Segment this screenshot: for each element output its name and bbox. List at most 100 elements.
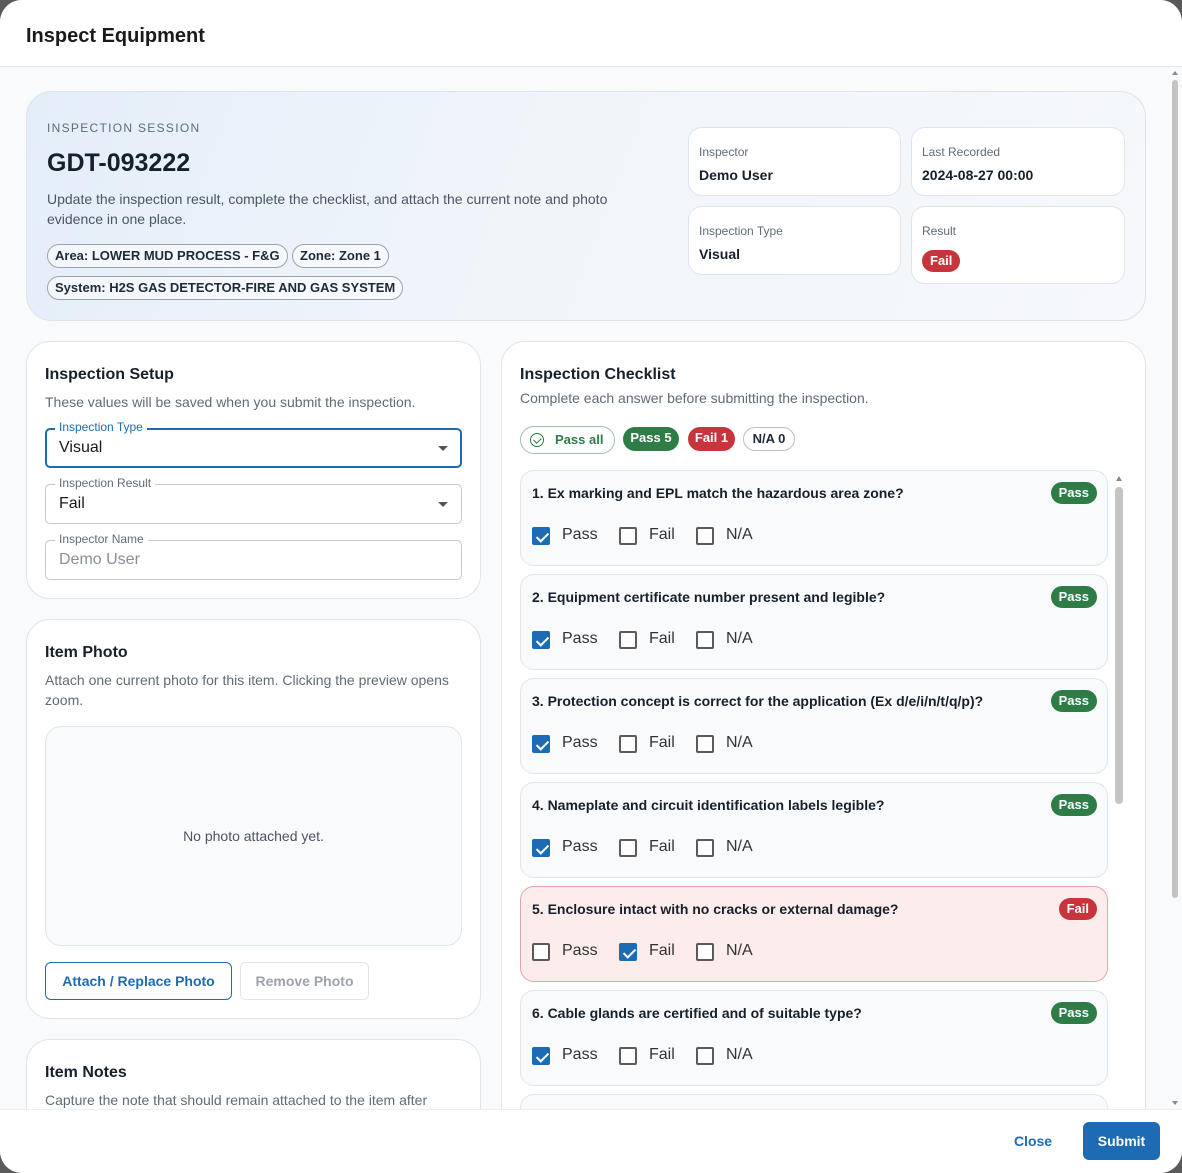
close-button[interactable]: Close (1000, 1122, 1066, 1160)
checkbox-checked-icon[interactable] (532, 735, 550, 753)
checklist-items-list[interactable]: 1. Ex marking and EPL match the hazardou… (520, 470, 1110, 1109)
submit-button[interactable]: Submit (1083, 1122, 1160, 1160)
inspection-type-value: Visual (699, 246, 740, 262)
checkbox-checked-icon[interactable] (619, 943, 637, 961)
option-label: Fail (649, 838, 675, 855)
option-label: Pass (562, 734, 598, 751)
checkbox-empty-icon[interactable] (532, 943, 550, 961)
checkbox-empty-icon[interactable] (696, 839, 714, 857)
area-chip: Area: LOWER MUD PROCESS - F&G (47, 244, 288, 268)
checkbox-checked-icon[interactable] (532, 631, 550, 649)
photo-empty-text: No photo attached yet. (183, 828, 324, 844)
checklist-item: 2. Equipment certificate number present … (520, 574, 1108, 670)
inspection-result-select-value: Fail (59, 495, 85, 512)
checkbox-empty-icon[interactable] (696, 527, 714, 545)
session-description: Update the inspection result, complete t… (47, 191, 608, 227)
checklist-question: 6. Cable glands are certified and of sui… (532, 1005, 862, 1021)
photo-title: Item Photo (45, 644, 128, 661)
last-recorded-value: 2024-08-27 00:00 (922, 167, 1034, 183)
checkbox-empty-icon[interactable] (619, 839, 637, 857)
checkbox-empty-icon[interactable] (696, 735, 714, 753)
option-label: Pass (562, 838, 598, 855)
answer-status-badge: Pass (1050, 690, 1097, 712)
checklist-item: 5. Enclosure intact with no cracks or ex… (520, 886, 1108, 982)
notes-title: Item Notes (45, 1064, 127, 1081)
result-info-box: Result Fail (911, 206, 1125, 284)
dropdown-caret-icon (438, 502, 448, 507)
pass-count-badge: Pass 5 (623, 427, 679, 451)
option-label: Pass (562, 1046, 598, 1063)
checkbox-checked-icon[interactable] (532, 1047, 550, 1065)
inspection-type-select-value: Visual (59, 439, 103, 456)
inspection-type-label: Inspection Type (699, 224, 783, 238)
checkbox-empty-icon[interactable] (696, 1047, 714, 1065)
na-count-badge: N/A 0 (743, 427, 795, 451)
session-eyebrow: INSPECTION SESSION (47, 121, 201, 135)
pass-all-label: Pass all (555, 432, 604, 447)
checklist-scroll-up-icon[interactable] (1116, 476, 1122, 481)
inspection-type-info-box: Inspection Type Visual (688, 206, 901, 275)
checklist-item (520, 1094, 1108, 1109)
checklist-question: 1. Ex marking and EPL match the hazardou… (532, 485, 904, 501)
checkbox-empty-icon[interactable] (619, 527, 637, 545)
checkbox-empty-icon[interactable] (619, 735, 637, 753)
inspection-type-select-label: Inspection Type (55, 420, 147, 434)
inspector-name-input[interactable]: Inspector Name Demo User (45, 532, 462, 580)
checkbox-empty-icon[interactable] (619, 1047, 637, 1065)
checklist-question: 2. Equipment certificate number present … (532, 589, 886, 605)
option-label: Fail (649, 734, 675, 751)
option-label: Pass (562, 942, 598, 959)
remove-photo-button[interactable]: Remove Photo (240, 962, 369, 1000)
dialog-header: Inspect Equipment (0, 0, 1182, 67)
check-circle-icon (530, 433, 544, 447)
option-label: Fail (649, 630, 675, 647)
checklist-scrollbar-thumb[interactable] (1115, 487, 1123, 804)
result-badge: Fail (922, 250, 961, 272)
dropdown-caret-icon (438, 446, 448, 451)
inspection-result-select-label: Inspection Result (55, 476, 156, 490)
answer-status-badge: Pass (1050, 482, 1097, 504)
inspector-value: Demo User (699, 167, 773, 183)
inspection-type-select[interactable]: Inspection Type Visual (45, 420, 462, 468)
zone-chip: Zone: Zone 1 (292, 244, 389, 268)
pass-all-button[interactable]: Pass all (520, 426, 615, 454)
answer-status-badge: Fail (1058, 898, 1097, 920)
inspect-equipment-dialog: Inspect Equipment INSPECTION SESSION GDT… (0, 0, 1182, 1173)
answer-status-badge: Pass (1050, 1002, 1097, 1024)
attach-photo-button[interactable]: Attach / Replace Photo (45, 962, 232, 1000)
checklist-item: 1. Ex marking and EPL match the hazardou… (520, 470, 1108, 566)
inspector-name-placeholder: Demo User (59, 551, 140, 568)
fail-count-badge: Fail 1 (688, 427, 735, 451)
option-label: Fail (649, 526, 675, 543)
option-label: N/A (726, 838, 753, 855)
option-label: N/A (726, 630, 753, 647)
checklist-question: 4. Nameplate and circuit identification … (532, 797, 885, 813)
checkbox-checked-icon[interactable] (532, 527, 550, 545)
setup-title: Inspection Setup (45, 366, 174, 383)
option-label: Pass (562, 630, 598, 647)
notes-subtitle: Capture the note that should remain atta… (45, 1092, 428, 1108)
option-label: N/A (726, 1046, 753, 1063)
option-label: Pass (562, 526, 598, 543)
system-chip: System: H2S GAS DETECTOR-FIRE AND GAS SY… (47, 276, 404, 300)
option-label: Fail (649, 942, 675, 959)
inspection-result-select[interactable]: Inspection Result Fail (45, 476, 462, 524)
answer-status-badge: Pass (1050, 586, 1097, 608)
checkbox-empty-icon[interactable] (619, 631, 637, 649)
checklist-question: 3. Protection concept is correct for the… (532, 693, 984, 709)
checklist-item: 4. Nameplate and circuit identification … (520, 782, 1108, 878)
body-scroll-up-icon[interactable] (1172, 71, 1178, 75)
checkbox-empty-icon[interactable] (696, 631, 714, 649)
body-scrollbar-thumb[interactable] (1172, 80, 1178, 898)
inspector-name-label: Inspector Name (55, 532, 148, 546)
checklist-subtitle: Complete each answer before submitting t… (520, 390, 869, 406)
checkbox-checked-icon[interactable] (532, 839, 550, 857)
checkbox-empty-icon[interactable] (696, 943, 714, 961)
body-scroll-down-icon[interactable] (1172, 1101, 1178, 1105)
result-label: Result (922, 224, 957, 238)
option-label: Fail (649, 1046, 675, 1063)
photo-preview-area[interactable]: No photo attached yet. (45, 726, 462, 946)
setup-subtitle: These values will be saved when you subm… (45, 394, 416, 410)
checklist-item: 6. Cable glands are certified and of sui… (520, 990, 1108, 1086)
photo-subtitle: Attach one current photo for this item. … (45, 672, 449, 708)
